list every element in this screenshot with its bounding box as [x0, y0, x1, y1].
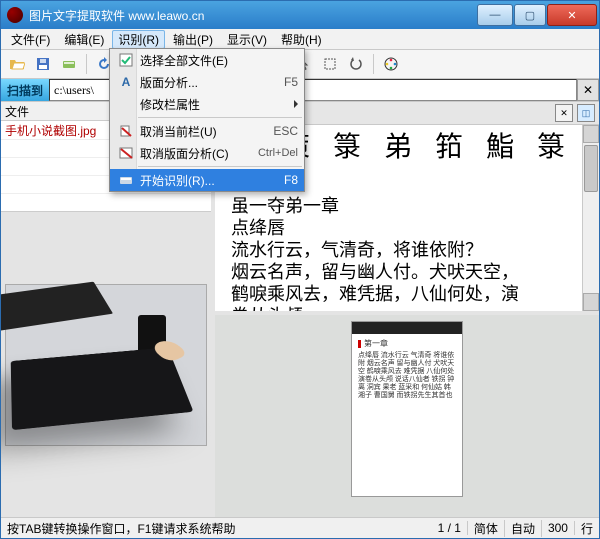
window-title: 图片文字提取软件 www.leawo.cn — [29, 7, 476, 24]
status-encoding: 简体 — [468, 520, 505, 537]
close-doc-button[interactable]: ✕ — [555, 104, 573, 122]
doc-line: 流水行云，气清奇，将谁依附？ — [231, 239, 574, 261]
cancel-icon — [116, 124, 136, 138]
close-panel-button[interactable]: ✕ — [577, 79, 599, 101]
close-button[interactable]: ✕ — [547, 4, 597, 26]
scan-to-label: 扫描到 — [1, 79, 49, 101]
app-icon — [7, 7, 23, 23]
menu-cancel-current-column[interactable]: 取消当前栏(U) ESC — [110, 120, 304, 142]
image-preview[interactable] — [1, 212, 211, 517]
menu-layout-analysis[interactable]: A 版面分析... F5 — [110, 71, 304, 93]
menu-edit[interactable]: 编辑(E) — [58, 30, 110, 49]
minimize-button[interactable]: — — [477, 4, 513, 26]
title-bar[interactable]: 图片文字提取软件 www.leawo.cn — ▢ ✕ — [1, 1, 599, 29]
color-button[interactable] — [379, 52, 403, 76]
status-row: 行 — [575, 520, 599, 537]
menu-item-label: 修改栏属性 — [136, 96, 294, 113]
open-file-button[interactable] — [5, 52, 29, 76]
menu-item-label: 版面分析... — [136, 74, 276, 91]
doc-line: 烟云名声，留与幽人付。犬吠天空， — [231, 261, 574, 283]
rotate-button[interactable] — [344, 52, 368, 76]
source-image-pane[interactable]: 第一章 点绛唇 流水行云 气清奇 将谁依附 烟云名声 留与幽人付 犬吠天空 鹤唳… — [215, 311, 599, 517]
menu-item-label: 取消当前栏(U) — [136, 123, 265, 140]
scan-button[interactable] — [57, 52, 81, 76]
menu-select-all-files[interactable]: 选择全部文件(E) — [110, 49, 304, 71]
vertical-scrollbar[interactable] — [582, 125, 599, 311]
scroll-up-button[interactable] — [583, 125, 599, 143]
menu-file[interactable]: 文件(F) — [5, 30, 56, 49]
preview-image — [6, 285, 206, 445]
scroll-down-button[interactable] — [583, 293, 599, 311]
menu-bar: 文件(F) 编辑(E) 识别(R) 输出(P) 显示(V) 帮助(H) — [1, 29, 599, 50]
menu-item-accel: F5 — [276, 75, 298, 89]
menu-item-accel: F8 — [276, 173, 298, 187]
doc-line: 鹤唳乘风去，难凭据，八仙何处，演 — [231, 283, 574, 305]
submenu-arrow-icon — [294, 100, 298, 108]
menu-view[interactable]: 显示(V) — [221, 30, 273, 49]
menu-item-accel: ESC — [265, 124, 298, 138]
app-window: 图片文字提取软件 www.leawo.cn — ▢ ✕ 文件(F) 编辑(E) … — [0, 0, 600, 539]
menu-recognize[interactable]: 识别(R) — [112, 30, 165, 49]
menu-start-recognition[interactable]: 开始识别(R)... F8 — [110, 169, 304, 191]
recognize-menu: 选择全部文件(E) A 版面分析... F5 修改栏属性 取消当前栏(U) ES… — [109, 48, 305, 192]
doc-line: 卷从头颅。 — [231, 305, 574, 311]
check-icon — [116, 53, 136, 67]
status-hint: 按TAB键转换操作窗口，F1键请求系统帮助 — [1, 520, 432, 537]
source-phone-screenshot: 第一章 点绛唇 流水行云 气清奇 将谁依附 烟云名声 留与幽人付 犬吠天空 鹤唳… — [351, 321, 463, 497]
menu-cancel-layout-analysis[interactable]: 取消版面分析(C) Ctrl+Del — [110, 142, 304, 164]
doc-line: 点绛唇 — [231, 217, 574, 239]
select-rect-button[interactable] — [318, 52, 342, 76]
menu-item-label: 开始识别(R)... — [136, 172, 276, 189]
save-button[interactable] — [31, 52, 55, 76]
status-page: 1 / 1 — [432, 521, 468, 535]
menu-edit-column-props[interactable]: 修改栏属性 — [110, 93, 304, 115]
status-bar: 按TAB键转换操作窗口，F1键请求系统帮助 1 / 1 简体 自动 300 行 — [1, 517, 599, 538]
menu-help[interactable]: 帮助(H) — [275, 30, 328, 49]
cancel-layout-icon — [116, 146, 136, 160]
menu-item-label: 取消版面分析(C) — [136, 145, 250, 162]
status-number: 300 — [542, 521, 575, 535]
layout-mode-button[interactable]: ◫ — [577, 104, 595, 122]
start-icon — [116, 173, 136, 187]
menu-output[interactable]: 输出(P) — [167, 30, 219, 49]
layout-icon: A — [116, 75, 136, 89]
maximize-button[interactable]: ▢ — [514, 4, 546, 26]
status-auto: 自动 — [505, 520, 542, 537]
scroll-thumb[interactable] — [584, 145, 598, 192]
menu-item-label: 选择全部文件(E) — [136, 52, 298, 69]
menu-item-accel: Ctrl+Del — [250, 147, 298, 159]
doc-line: 虽一夺弟一章 — [231, 195, 574, 217]
